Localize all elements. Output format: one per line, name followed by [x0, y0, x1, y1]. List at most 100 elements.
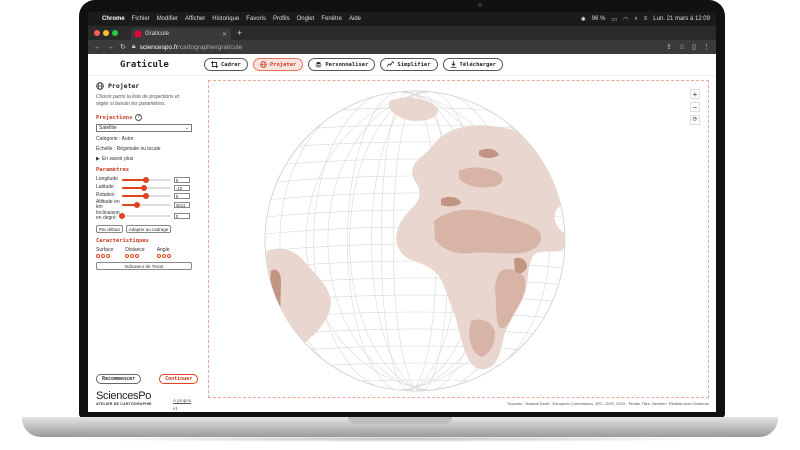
control-center-icon[interactable]: ≡ — [644, 16, 648, 22]
url-host: sciencespo.fr — [139, 43, 178, 51]
favicon-icon — [135, 31, 141, 37]
back-icon[interactable]: ← — [94, 44, 101, 51]
laptop-frame: Chrome Fichier Modifier Afficher Histori… — [0, 0, 800, 450]
share-icon[interactable]: ⇪ — [666, 43, 672, 51]
default-button[interactable]: Par défaut — [96, 225, 123, 233]
bluetooth-icon[interactable]: ✱ — [581, 16, 586, 23]
menu-aide[interactable]: Aide — [349, 16, 361, 22]
menu-afficher[interactable]: Afficher — [185, 16, 205, 22]
menu-modifier[interactable]: Modifier — [157, 16, 178, 22]
sidebar-icon[interactable]: ▯ — [692, 43, 696, 51]
param-input[interactable]: 3611 — [173, 202, 190, 208]
menu-chrome[interactable]: Chrome — [102, 16, 125, 22]
adapt-to-frame-button[interactable]: Adapter au cadrage — [125, 225, 172, 233]
globe-icon — [96, 82, 104, 90]
reload-icon[interactable]: ↻ — [120, 43, 126, 51]
step-projeter-button[interactable]: Projeter — [252, 58, 304, 71]
chars-heading: Caractéristiques — [96, 238, 149, 244]
forward-icon[interactable]: → — [107, 44, 114, 51]
close-tab-icon[interactable]: ✕ — [222, 31, 227, 38]
slider-knob[interactable] — [134, 202, 141, 208]
slider-knob[interactable] — [141, 184, 148, 191]
line-chart-icon — [387, 61, 395, 67]
step-simplifier-button[interactable]: Simplifier — [380, 58, 438, 71]
wifi-icon[interactable]: ◠ — [623, 16, 628, 23]
sidebar-title: Projeter — [96, 82, 190, 90]
triangle-right-icon: ▶ — [96, 156, 100, 162]
zoom-out-button[interactable]: − — [690, 102, 700, 112]
characteristics: Surface Distance Angle — [96, 247, 190, 258]
char-angle: Angle — [156, 247, 171, 258]
lock-icon[interactable]: 🔒︎ — [132, 43, 136, 51]
step-telecharger-label: Télécharger — [459, 61, 496, 68]
new-tab-icon[interactable]: + — [237, 28, 242, 38]
about-link[interactable]: À propos — [173, 398, 191, 403]
char-surface: Surface — [96, 247, 113, 258]
param-label: Latitude — [96, 184, 114, 190]
continue-button[interactable]: Continuer — [159, 374, 199, 384]
step-cadrer-button[interactable]: Cadrer — [204, 58, 248, 71]
radio-2 — [130, 254, 135, 258]
more-info-label: En savoir plus — [101, 156, 134, 162]
app-logo[interactable]: Graticule — [120, 60, 204, 70]
restart-button[interactable]: Recommencer — [96, 374, 142, 384]
search-icon[interactable]: ⌕ — [634, 16, 637, 23]
tab-title: Graticule — [145, 31, 170, 37]
projections-heading: Projections? — [96, 114, 190, 121]
param-input[interactable]: 0 — [173, 192, 190, 199]
param-row: Latitude -10 — [96, 184, 190, 191]
menu-historique[interactable]: Historique — [212, 16, 239, 22]
maximize-window-icon[interactable] — [112, 30, 118, 36]
param-slider[interactable] — [121, 184, 171, 191]
battery-icon[interactable]: ▭ — [611, 16, 617, 23]
map-canvas[interactable]: + − ⟳ — [208, 80, 709, 398]
url-field[interactable]: sciencespo.fr/cartographie/graticule — [140, 44, 243, 51]
globe-map[interactable] — [209, 81, 710, 399]
chrome-menu-icon[interactable]: ⋮ — [703, 43, 710, 51]
radio-1 — [125, 254, 130, 258]
char-angle-label: Angle — [156, 247, 170, 253]
step-nav: Cadrer Projeter Personnaliser Simplifier… — [204, 58, 503, 71]
reset-view-button[interactable]: ⟳ — [690, 115, 700, 125]
param-slider[interactable] — [121, 192, 171, 199]
step-telecharger-button[interactable]: Télécharger — [442, 58, 503, 71]
projection-select[interactable]: Satellite ⌄ — [96, 124, 192, 132]
param-slider[interactable] — [118, 213, 171, 219]
zoom-in-button[interactable]: + — [690, 89, 700, 99]
menu-fichier[interactable]: Fichier — [132, 16, 150, 22]
bookmark-star-icon[interactable]: ☆ — [679, 43, 685, 51]
char-surface-label: Surface — [96, 247, 114, 253]
slider-knob[interactable] — [118, 213, 125, 219]
more-info-toggle[interactable]: ▶ En savoir plus — [96, 156, 190, 162]
browser-tabbar: Graticule ✕ + — [88, 26, 716, 40]
sciencespo-logo[interactable]: SciencesPo ATELIER DE CARTOGRAPHIE — [96, 390, 152, 406]
menu-favoris[interactable]: Favoris — [246, 16, 266, 22]
tissot-indicator-button[interactable]: Indicateur de Tissot — [96, 262, 192, 270]
close-window-icon[interactable] — [94, 30, 100, 36]
slider-knob[interactable] — [143, 176, 150, 183]
param-slider[interactable] — [121, 176, 171, 183]
minimize-window-icon[interactable] — [103, 30, 109, 36]
param-input[interactable]: 0 — [173, 213, 190, 219]
sidebar: Projeter Choisir parmi la liste de proje… — [88, 76, 199, 412]
battery-percent: 96 % — [591, 16, 606, 22]
sidebar-description: Choisir parmi la liste de projections et… — [96, 94, 180, 107]
param-row: Rotation 0 — [96, 192, 190, 199]
menu-onglet[interactable]: Onglet — [297, 16, 315, 22]
menu-fenetre[interactable]: Fenêtre — [321, 16, 342, 22]
radio-3 — [166, 254, 171, 258]
browser-tab[interactable]: Graticule ✕ — [131, 28, 231, 40]
param-slider[interactable] — [121, 202, 171, 208]
param-row: Inclinaison en degré 0 — [96, 211, 190, 221]
param-input[interactable]: 0 — [173, 176, 190, 183]
version-label: v1 — [173, 406, 178, 411]
radio-3 — [106, 254, 110, 258]
clock[interactable]: Lun. 21 mars à 12:09 — [653, 16, 710, 22]
step-personnaliser-button[interactable]: Personnaliser — [308, 58, 376, 71]
param-input[interactable]: -10 — [173, 184, 190, 191]
params-heading: Paramètres — [96, 167, 130, 173]
slider-knob[interactable] — [143, 192, 150, 199]
url-path: /cartographie/graticule — [177, 43, 243, 51]
menu-profils[interactable]: Profils — [273, 16, 290, 22]
help-icon[interactable]: ? — [135, 114, 143, 121]
